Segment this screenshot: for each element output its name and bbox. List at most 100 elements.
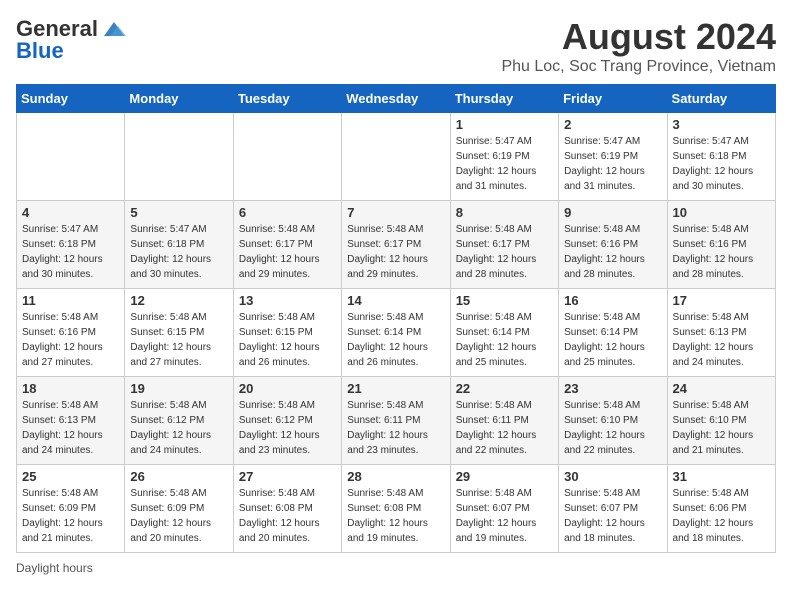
day-info: Sunrise: 5:47 AM Sunset: 6:18 PM Dayligh…	[130, 222, 227, 282]
day-info: Sunrise: 5:47 AM Sunset: 6:18 PM Dayligh…	[673, 134, 770, 194]
day-number: 27	[239, 469, 336, 484]
calendar-cell: 8 Sunrise: 5:48 AM Sunset: 6:17 PM Daylig…	[450, 201, 558, 289]
day-info: Sunrise: 5:48 AM Sunset: 6:17 PM Dayligh…	[239, 222, 336, 282]
day-number: 13	[239, 293, 336, 308]
day-number: 4	[22, 205, 119, 220]
day-info: Sunrise: 5:48 AM Sunset: 6:16 PM Dayligh…	[564, 222, 661, 282]
day-number: 11	[22, 293, 119, 308]
weekday-header-sunday: Sunday	[17, 85, 125, 113]
footer: Daylight hours	[16, 561, 776, 575]
day-info: Sunrise: 5:48 AM Sunset: 6:12 PM Dayligh…	[130, 398, 227, 458]
day-number: 2	[564, 117, 661, 132]
weekday-header-thursday: Thursday	[450, 85, 558, 113]
day-number: 23	[564, 381, 661, 396]
weekday-header-tuesday: Tuesday	[233, 85, 341, 113]
subtitle: Phu Loc, Soc Trang Province, Vietnam	[501, 58, 776, 76]
daylight-label: Daylight hours	[16, 561, 93, 575]
weekday-header-friday: Friday	[559, 85, 667, 113]
day-number: 30	[564, 469, 661, 484]
calendar-cell: 25Sunrise: 5:48 AM Sunset: 6:09 PM Dayli…	[17, 465, 125, 553]
calendar-week-1: 1Sunrise: 5:47 AM Sunset: 6:19 PM Daylig…	[17, 113, 776, 201]
day-number: 6	[239, 205, 336, 220]
day-info: Sunrise: 5:48 AM Sunset: 6:08 PM Dayligh…	[347, 486, 444, 546]
day-number: 12	[130, 293, 227, 308]
calendar-cell	[17, 113, 125, 201]
calendar-table: SundayMondayTuesdayWednesdayThursdayFrid…	[16, 84, 776, 553]
calendar-cell: 4 Sunrise: 5:47 AM Sunset: 6:18 PM Daylig…	[17, 201, 125, 289]
calendar-cell: 30 Sunrise: 5:48 AM Sunset: 6:07 PM Dayli…	[559, 465, 667, 553]
calendar-cell: 26Sunrise: 5:48 AM Sunset: 6:09 PM Dayli…	[125, 465, 233, 553]
day-info: Sunrise: 5:48 AM Sunset: 6:11 PM Dayligh…	[347, 398, 444, 458]
day-info: Sunrise: 5:48 AM Sunset: 6:16 PM Dayligh…	[22, 310, 119, 370]
logo: General Blue	[16, 16, 128, 64]
day-info: Sunrise: 5:48 AM Sunset: 6:06 PM Dayligh…	[673, 486, 770, 546]
calendar-week-2: 4 Sunrise: 5:47 AM Sunset: 6:18 PM Daylig…	[17, 201, 776, 289]
calendar-cell: 21 Sunrise: 5:48 AM Sunset: 6:11 PM Dayli…	[342, 377, 450, 465]
calendar-cell: 11 Sunrise: 5:48 AM Sunset: 6:16 PM Dayli…	[17, 289, 125, 377]
day-number: 31	[673, 469, 770, 484]
day-info: Sunrise: 5:48 AM Sunset: 6:13 PM Dayligh…	[673, 310, 770, 370]
calendar-cell	[342, 113, 450, 201]
calendar-cell: 20Sunrise: 5:48 AM Sunset: 6:12 PM Dayli…	[233, 377, 341, 465]
calendar-cell: 13 Sunrise: 5:48 AM Sunset: 6:15 PM Dayli…	[233, 289, 341, 377]
calendar-cell: 12 Sunrise: 5:48 AM Sunset: 6:15 PM Dayli…	[125, 289, 233, 377]
day-info: Sunrise: 5:48 AM Sunset: 6:11 PM Dayligh…	[456, 398, 553, 458]
day-number: 22	[456, 381, 553, 396]
calendar-cell: 24Sunrise: 5:48 AM Sunset: 6:10 PM Dayli…	[667, 377, 775, 465]
day-number: 18	[22, 381, 119, 396]
day-number: 25	[22, 469, 119, 484]
day-info: Sunrise: 5:47 AM Sunset: 6:19 PM Dayligh…	[564, 134, 661, 194]
day-number: 24	[673, 381, 770, 396]
day-number: 29	[456, 469, 553, 484]
calendar-cell: 22 Sunrise: 5:48 AM Sunset: 6:11 PM Dayli…	[450, 377, 558, 465]
weekday-header-row: SundayMondayTuesdayWednesdayThursdayFrid…	[17, 85, 776, 113]
day-info: Sunrise: 5:48 AM Sunset: 6:15 PM Dayligh…	[130, 310, 227, 370]
logo-icon	[100, 18, 128, 40]
day-number: 8	[456, 205, 553, 220]
day-number: 26	[130, 469, 227, 484]
day-info: Sunrise: 5:48 AM Sunset: 6:14 PM Dayligh…	[456, 310, 553, 370]
calendar-cell: 16Sunrise: 5:48 AM Sunset: 6:14 PM Dayli…	[559, 289, 667, 377]
day-number: 9	[564, 205, 661, 220]
day-number: 10	[673, 205, 770, 220]
day-info: Sunrise: 5:48 AM Sunset: 6:14 PM Dayligh…	[564, 310, 661, 370]
calendar-cell: 10 Sunrise: 5:48 AM Sunset: 6:16 PM Dayli…	[667, 201, 775, 289]
day-number: 21	[347, 381, 444, 396]
calendar-cell: 27Sunrise: 5:48 AM Sunset: 6:08 PM Dayli…	[233, 465, 341, 553]
day-number: 7	[347, 205, 444, 220]
day-info: Sunrise: 5:47 AM Sunset: 6:19 PM Dayligh…	[456, 134, 553, 194]
title-block: August 2024 Phu Loc, Soc Trang Province,…	[501, 16, 776, 76]
day-number: 14	[347, 293, 444, 308]
calendar-cell: 2 Sunrise: 5:47 AM Sunset: 6:19 PM Daylig…	[559, 113, 667, 201]
day-number: 17	[673, 293, 770, 308]
calendar-week-3: 11 Sunrise: 5:48 AM Sunset: 6:16 PM Dayli…	[17, 289, 776, 377]
day-info: Sunrise: 5:48 AM Sunset: 6:16 PM Dayligh…	[673, 222, 770, 282]
calendar-cell: 29 Sunrise: 5:48 AM Sunset: 6:07 PM Dayli…	[450, 465, 558, 553]
calendar-cell: 3Sunrise: 5:47 AM Sunset: 6:18 PM Daylig…	[667, 113, 775, 201]
day-number: 20	[239, 381, 336, 396]
calendar-cell: 7 Sunrise: 5:48 AM Sunset: 6:17 PM Daylig…	[342, 201, 450, 289]
calendar-cell: 14 Sunrise: 5:48 AM Sunset: 6:14 PM Dayli…	[342, 289, 450, 377]
day-info: Sunrise: 5:48 AM Sunset: 6:17 PM Dayligh…	[347, 222, 444, 282]
calendar-week-4: 18 Sunrise: 5:48 AM Sunset: 6:13 PM Dayli…	[17, 377, 776, 465]
page-header: General Blue August 2024 Phu Loc, Soc Tr…	[16, 16, 776, 76]
day-number: 19	[130, 381, 227, 396]
calendar-cell: 19 Sunrise: 5:48 AM Sunset: 6:12 PM Dayli…	[125, 377, 233, 465]
day-info: Sunrise: 5:48 AM Sunset: 6:13 PM Dayligh…	[22, 398, 119, 458]
day-info: Sunrise: 5:48 AM Sunset: 6:07 PM Dayligh…	[456, 486, 553, 546]
calendar-cell	[125, 113, 233, 201]
calendar-cell: 17 Sunrise: 5:48 AM Sunset: 6:13 PM Dayli…	[667, 289, 775, 377]
calendar-cell: 23Sunrise: 5:48 AM Sunset: 6:10 PM Dayli…	[559, 377, 667, 465]
calendar-cell: 9 Sunrise: 5:48 AM Sunset: 6:16 PM Daylig…	[559, 201, 667, 289]
weekday-header-monday: Monday	[125, 85, 233, 113]
day-number: 28	[347, 469, 444, 484]
day-info: Sunrise: 5:48 AM Sunset: 6:14 PM Dayligh…	[347, 310, 444, 370]
day-info: Sunrise: 5:47 AM Sunset: 6:18 PM Dayligh…	[22, 222, 119, 282]
calendar-cell: 1Sunrise: 5:47 AM Sunset: 6:19 PM Daylig…	[450, 113, 558, 201]
day-info: Sunrise: 5:48 AM Sunset: 6:07 PM Dayligh…	[564, 486, 661, 546]
page-wrapper: General Blue August 2024 Phu Loc, Soc Tr…	[16, 16, 776, 575]
day-info: Sunrise: 5:48 AM Sunset: 6:15 PM Dayligh…	[239, 310, 336, 370]
calendar-cell: 5Sunrise: 5:47 AM Sunset: 6:18 PM Daylig…	[125, 201, 233, 289]
day-info: Sunrise: 5:48 AM Sunset: 6:17 PM Dayligh…	[456, 222, 553, 282]
day-number: 15	[456, 293, 553, 308]
